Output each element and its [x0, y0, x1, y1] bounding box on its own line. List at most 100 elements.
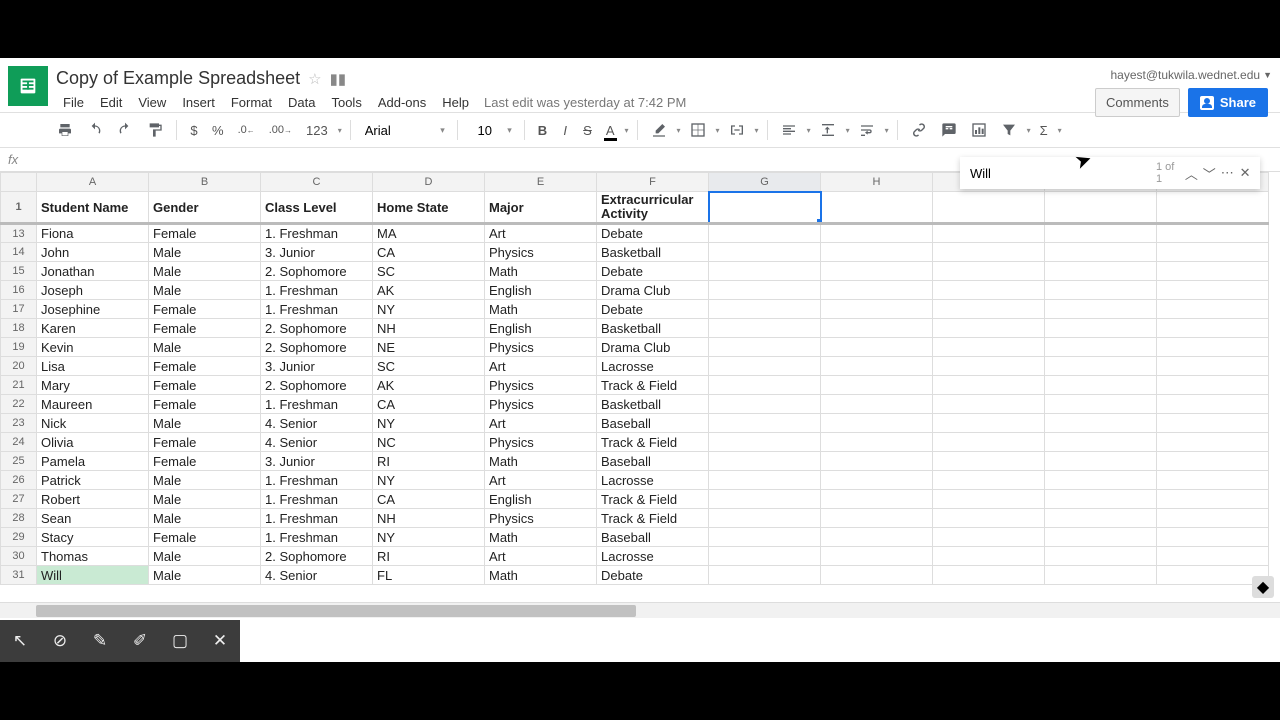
- cell[interactable]: 4. Senior: [261, 433, 373, 452]
- cell[interactable]: Robert: [37, 490, 149, 509]
- account-email[interactable]: hayest@tukwila.wednet.edu▼: [1110, 68, 1272, 82]
- column-header-D[interactable]: D: [373, 173, 485, 192]
- header-cell[interactable]: Student Name: [37, 192, 149, 224]
- cell[interactable]: Female: [149, 319, 261, 338]
- cell[interactable]: FL: [373, 566, 485, 585]
- folder-icon[interactable]: ▮▮: [330, 70, 347, 88]
- cell[interactable]: CA: [373, 490, 485, 509]
- menu-view[interactable]: View: [131, 93, 173, 112]
- cell[interactable]: Track & Field: [597, 433, 709, 452]
- selected-cell[interactable]: [709, 192, 821, 224]
- cell[interactable]: Basketball: [597, 243, 709, 262]
- cell[interactable]: 1. Freshman: [261, 395, 373, 414]
- menu-data[interactable]: Data: [281, 93, 322, 112]
- cell[interactable]: Drama Club: [597, 338, 709, 357]
- cell[interactable]: English: [485, 319, 597, 338]
- row-header[interactable]: 28: [1, 509, 37, 528]
- functions-button[interactable]: Σ: [1035, 119, 1053, 142]
- increase-decimal-button[interactable]: .00→: [264, 120, 297, 140]
- menu-tools[interactable]: Tools: [324, 93, 368, 112]
- vertical-align-button[interactable]: [815, 118, 841, 142]
- menu-format[interactable]: Format: [224, 93, 279, 112]
- cell[interactable]: Nick: [37, 414, 149, 433]
- row-header[interactable]: 17: [1, 300, 37, 319]
- row-header[interactable]: 26: [1, 471, 37, 490]
- cell[interactable]: 1. Freshman: [261, 490, 373, 509]
- document-title[interactable]: Copy of Example Spreadsheet: [56, 68, 300, 89]
- cell[interactable]: NY: [373, 300, 485, 319]
- font-size-select[interactable]: [466, 121, 516, 140]
- cell[interactable]: Kevin: [37, 338, 149, 357]
- row-header[interactable]: 14: [1, 243, 37, 262]
- row-header[interactable]: 20: [1, 357, 37, 376]
- circle-tool-icon[interactable]: ⊘: [45, 631, 75, 651]
- header-cell[interactable]: Major: [485, 192, 597, 224]
- cell[interactable]: Joseph: [37, 281, 149, 300]
- cell[interactable]: Lisa: [37, 357, 149, 376]
- cell[interactable]: Josephine: [37, 300, 149, 319]
- borders-button[interactable]: [685, 118, 711, 142]
- find-more-button[interactable]: ⋯: [1218, 161, 1236, 185]
- cell[interactable]: Female: [149, 300, 261, 319]
- cell[interactable]: Baseball: [597, 414, 709, 433]
- last-edit-label[interactable]: Last edit was yesterday at 7:42 PM: [484, 93, 686, 112]
- currency-button[interactable]: $: [185, 119, 203, 142]
- cell[interactable]: Male: [149, 281, 261, 300]
- cell[interactable]: Female: [149, 224, 261, 243]
- insert-chart-button[interactable]: [966, 118, 992, 142]
- cell[interactable]: 4. Senior: [261, 566, 373, 585]
- insert-comment-button[interactable]: [936, 118, 962, 142]
- cell[interactable]: NY: [373, 528, 485, 547]
- cell[interactable]: Will: [37, 566, 149, 585]
- cell[interactable]: Female: [149, 452, 261, 471]
- header-cell[interactable]: Gender: [149, 192, 261, 224]
- menu-help[interactable]: Help: [435, 93, 476, 112]
- column-header-C[interactable]: C: [261, 173, 373, 192]
- row-header[interactable]: 27: [1, 490, 37, 509]
- cell[interactable]: 3. Junior: [261, 452, 373, 471]
- pointer-tool-icon[interactable]: ↖: [5, 631, 35, 651]
- highlighter-tool-icon[interactable]: ✐: [125, 631, 155, 651]
- cell[interactable]: AK: [373, 281, 485, 300]
- menu-edit[interactable]: Edit: [93, 93, 129, 112]
- row-header[interactable]: 23: [1, 414, 37, 433]
- header-cell[interactable]: ExtracurricularActivity: [597, 192, 709, 224]
- header-cell[interactable]: Class Level: [261, 192, 373, 224]
- cell[interactable]: 2. Sophomore: [261, 262, 373, 281]
- cell[interactable]: 4. Senior: [261, 414, 373, 433]
- menu-addons[interactable]: Add-ons: [371, 93, 433, 112]
- cell[interactable]: NC: [373, 433, 485, 452]
- cell[interactable]: Female: [149, 433, 261, 452]
- text-color-button[interactable]: A: [601, 119, 620, 142]
- cell[interactable]: Art: [485, 547, 597, 566]
- cell[interactable]: Math: [485, 452, 597, 471]
- cell[interactable]: Drama Club: [597, 281, 709, 300]
- column-header-B[interactable]: B: [149, 173, 261, 192]
- undo-icon[interactable]: [82, 118, 108, 142]
- merge-cells-button[interactable]: [724, 118, 750, 142]
- cell[interactable]: Baseball: [597, 452, 709, 471]
- cell[interactable]: NY: [373, 414, 485, 433]
- row-header[interactable]: 21: [1, 376, 37, 395]
- cell[interactable]: Lacrosse: [597, 357, 709, 376]
- cell[interactable]: 3. Junior: [261, 243, 373, 262]
- cell[interactable]: Basketball: [597, 395, 709, 414]
- cell[interactable]: Math: [485, 566, 597, 585]
- column-header-A[interactable]: A: [37, 173, 149, 192]
- percent-button[interactable]: %: [207, 119, 229, 142]
- column-header-F[interactable]: F: [597, 173, 709, 192]
- cell[interactable]: Track & Field: [597, 376, 709, 395]
- find-next-button[interactable]: ﹀: [1200, 161, 1218, 185]
- cell[interactable]: Track & Field: [597, 490, 709, 509]
- select-all-corner[interactable]: [1, 173, 37, 192]
- cell[interactable]: SC: [373, 357, 485, 376]
- row-header[interactable]: 19: [1, 338, 37, 357]
- cell[interactable]: Debate: [597, 224, 709, 243]
- cell[interactable]: Female: [149, 357, 261, 376]
- cell[interactable]: 1. Freshman: [261, 224, 373, 243]
- explore-button[interactable]: ◆: [1252, 576, 1274, 598]
- cell[interactable]: Lacrosse: [597, 471, 709, 490]
- cell[interactable]: Mary: [37, 376, 149, 395]
- cell[interactable]: English: [485, 281, 597, 300]
- cell[interactable]: English: [485, 490, 597, 509]
